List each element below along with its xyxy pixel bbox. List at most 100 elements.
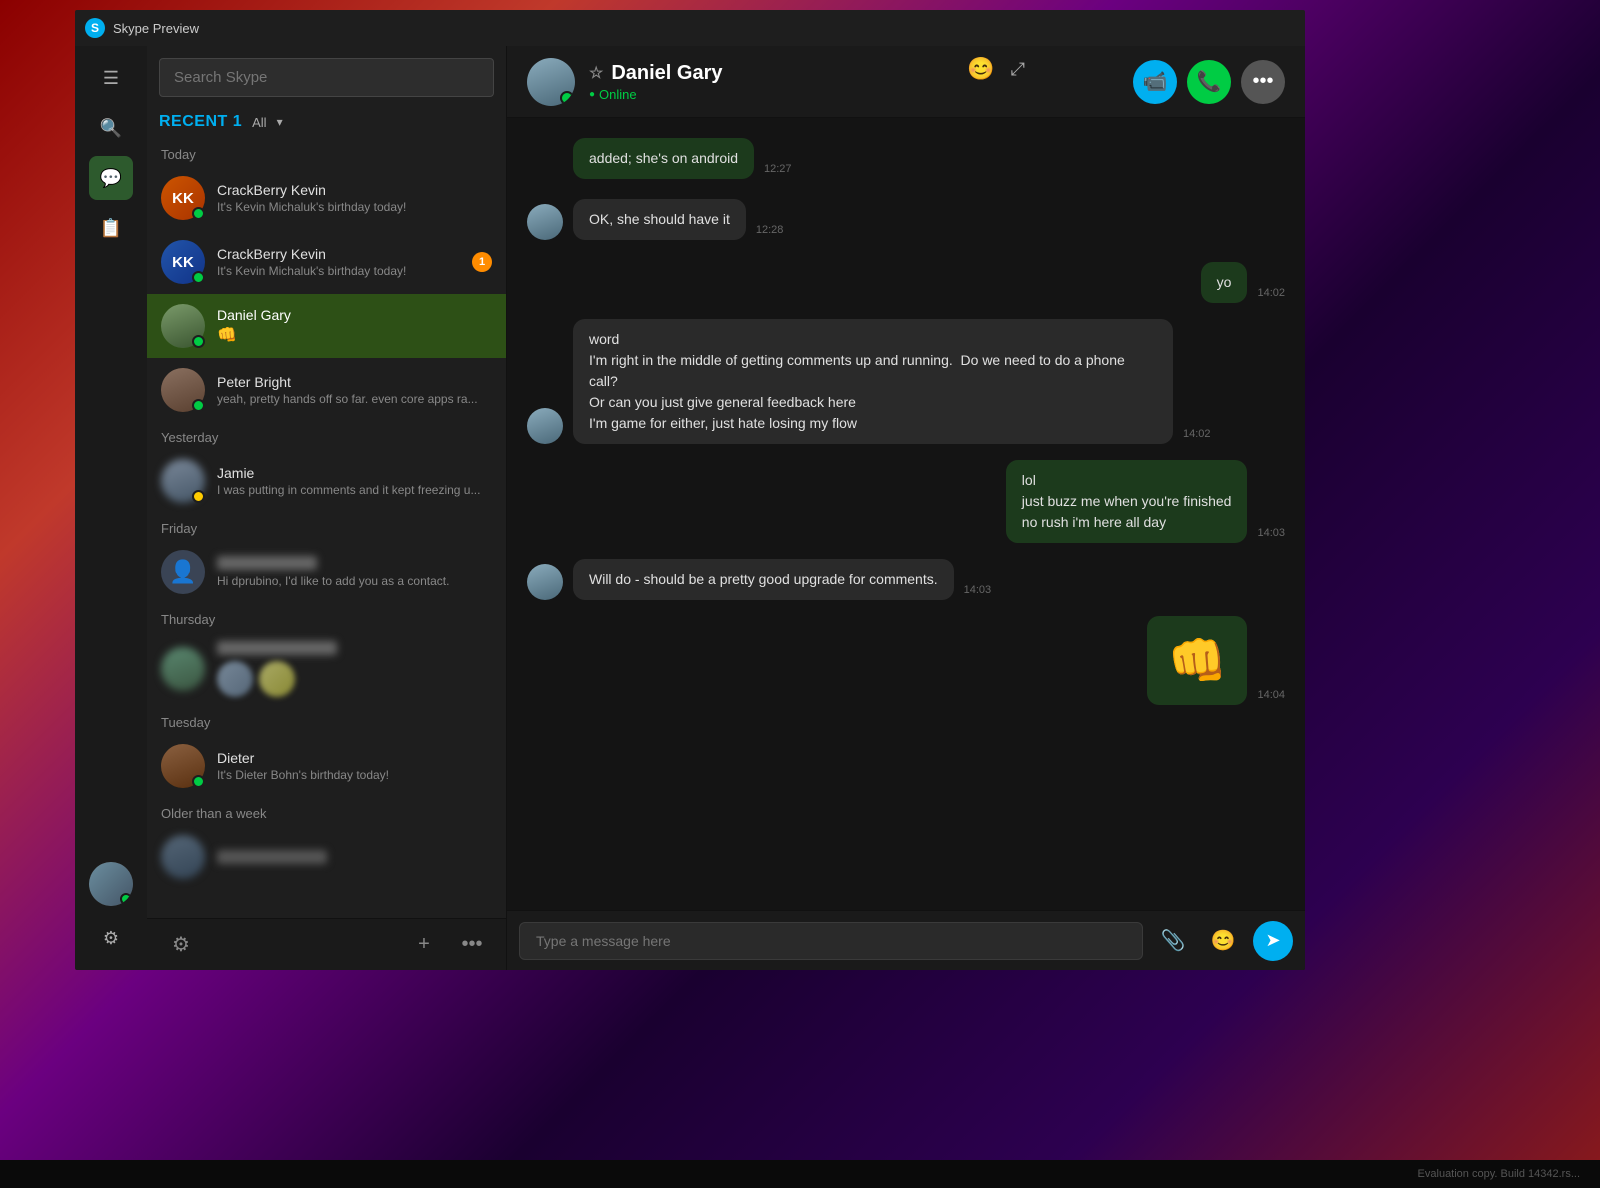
contact-name bbox=[217, 556, 317, 570]
contact-item[interactable] bbox=[147, 631, 506, 707]
contact-avatar: 👤 bbox=[161, 550, 205, 594]
avatar-status bbox=[192, 207, 205, 220]
contact-avatar: KK bbox=[161, 240, 205, 284]
search-area bbox=[147, 46, 506, 105]
message-bubble: yo bbox=[1201, 262, 1248, 303]
expand-button[interactable]: ⤢ bbox=[1011, 59, 1025, 80]
message-bubble: word I'm right in the middle of getting … bbox=[573, 319, 1173, 444]
contact-item[interactable]: 👤 Hi dprubino, I'd like to add you as a … bbox=[147, 540, 506, 604]
nav-search-button[interactable]: 🔍 bbox=[89, 106, 133, 150]
contact-preview: It's Kevin Michaluk's birthday today! bbox=[217, 264, 472, 278]
emoji-picker-button[interactable]: 😊 bbox=[1203, 921, 1243, 961]
avatar-status bbox=[192, 399, 205, 412]
contact-item[interactable]: KK CrackBerry Kevin It's Kevin Michaluk'… bbox=[147, 166, 506, 230]
contact-item-active[interactable]: Daniel Gary 👊 bbox=[147, 294, 506, 358]
chat-header-actions: 📹 📞 ••• bbox=[1133, 60, 1285, 104]
search-input[interactable] bbox=[159, 58, 494, 97]
avatar-image bbox=[161, 647, 205, 691]
contact-info: Hi dprubino, I'd like to add you as a co… bbox=[217, 556, 492, 588]
message-time: 14:02 bbox=[1183, 428, 1211, 440]
titlebar: S Skype Preview bbox=[75, 10, 1305, 46]
contact-preview: It's Kevin Michaluk's birthday today! bbox=[217, 200, 492, 214]
nav-rail: ☰ 🔍 💬 📋 ⚙ bbox=[75, 46, 147, 970]
sidebar-bottom: ⚙ + ••• bbox=[147, 918, 506, 970]
message-time: 14:03 bbox=[1257, 527, 1285, 539]
more-options-button[interactable]: ••• bbox=[1241, 60, 1285, 104]
add-icon: + bbox=[418, 933, 430, 956]
message-row: word I'm right in the middle of getting … bbox=[527, 319, 1285, 444]
menu-button[interactable]: ☰ bbox=[89, 56, 133, 100]
app-logo: S bbox=[85, 18, 105, 38]
more-icon: ••• bbox=[461, 933, 482, 956]
chat-contact-name: ☆ Daniel Gary bbox=[589, 62, 1133, 85]
recent-header: RECENT 1 All ▾ bbox=[147, 105, 506, 139]
more-icon: ••• bbox=[1252, 70, 1273, 93]
message-bubble: 👊 bbox=[1147, 616, 1247, 705]
contact-item[interactable]: KK CrackBerry Kevin It's Kevin Michaluk'… bbox=[147, 230, 506, 294]
contact-info: Peter Bright yeah, pretty hands off so f… bbox=[217, 374, 492, 406]
avatar-image: 👤 bbox=[161, 550, 205, 594]
message-time: 12:27 bbox=[764, 163, 792, 175]
contact-item[interactable] bbox=[147, 825, 506, 889]
nav-contacts-button[interactable]: 📋 bbox=[89, 206, 133, 250]
add-contact-button[interactable]: + bbox=[406, 927, 442, 963]
contact-preview: Hi dprubino, I'd like to add you as a co… bbox=[217, 574, 492, 588]
video-icon: 📹 bbox=[1143, 69, 1168, 94]
message-bubble: added; she's on android bbox=[573, 138, 754, 179]
contact-meta: 1 bbox=[472, 252, 492, 272]
send-button[interactable]: ➤ bbox=[1253, 921, 1293, 961]
message-time: 14:04 bbox=[1257, 689, 1285, 701]
nav-chat-button[interactable]: 💬 bbox=[89, 156, 133, 200]
sender-avatar bbox=[527, 564, 563, 600]
message-row: added; she's on android 12:27 bbox=[527, 138, 1285, 179]
chat-header: ☆ Daniel Gary ● Online 😊 ⤢ 📹 bbox=[507, 46, 1305, 118]
chat-contact-status: ● Online bbox=[589, 87, 1133, 102]
emoji-button[interactable]: 😊 bbox=[967, 56, 994, 82]
contact-preview: It's Dieter Bohn's birthday today! bbox=[217, 768, 492, 782]
attachment-icon: 📎 bbox=[1161, 928, 1186, 953]
sender-avatar bbox=[527, 408, 563, 444]
more-button[interactable]: ••• bbox=[454, 927, 490, 963]
contact-item[interactable]: Jamie I was putting in comments and it k… bbox=[147, 449, 506, 513]
avatar-image bbox=[527, 204, 563, 240]
contact-info: Dieter It's Dieter Bohn's birthday today… bbox=[217, 750, 492, 782]
section-tuesday: Tuesday bbox=[147, 707, 506, 734]
filter-label[interactable]: All bbox=[252, 115, 266, 130]
settings-button[interactable]: ⚙ bbox=[163, 927, 199, 963]
contact-avatar: KK bbox=[161, 176, 205, 220]
chat-area: ☆ Daniel Gary ● Online 😊 ⤢ 📹 bbox=[507, 46, 1305, 970]
contact-list: Today KK CrackBerry Kevin It's Kevin Mic… bbox=[147, 139, 506, 918]
settings-button[interactable]: ⚙ bbox=[89, 916, 133, 960]
user-avatar[interactable] bbox=[89, 862, 133, 906]
message-row: 👊 14:04 bbox=[527, 616, 1285, 705]
section-friday: Friday bbox=[147, 513, 506, 540]
chat-icon: 💬 bbox=[100, 168, 122, 189]
app-window: S Skype Preview ☰ 🔍 💬 📋 ⚙ bbox=[75, 10, 1305, 970]
contacts-icon: 📋 bbox=[100, 218, 122, 239]
video-call-button[interactable]: 📹 bbox=[1133, 60, 1177, 104]
settings-icon: ⚙ bbox=[103, 928, 119, 949]
contact-name: CrackBerry Kevin bbox=[217, 182, 492, 198]
spacer bbox=[527, 309, 1285, 313]
message-input[interactable] bbox=[519, 922, 1143, 960]
filter-dropdown-icon[interactable]: ▾ bbox=[277, 115, 283, 129]
sender-avatar bbox=[527, 204, 563, 240]
contact-avatar bbox=[161, 304, 205, 348]
voice-call-button[interactable]: 📞 bbox=[1187, 60, 1231, 104]
contact-info: CrackBerry Kevin It's Kevin Michaluk's b… bbox=[217, 182, 492, 214]
spacer bbox=[527, 185, 1285, 193]
message-row: Will do - should be a pretty good upgrad… bbox=[527, 559, 1285, 600]
contact-preview: yeah, pretty hands off so far. even core… bbox=[217, 392, 492, 406]
contact-info bbox=[217, 850, 492, 864]
attachment-button[interactable]: 📎 bbox=[1153, 921, 1193, 961]
contact-item[interactable]: Peter Bright yeah, pretty hands off so f… bbox=[147, 358, 506, 422]
section-today: Today bbox=[147, 139, 506, 166]
star-icon[interactable]: ☆ bbox=[589, 63, 603, 83]
message-time: 14:02 bbox=[1257, 287, 1285, 299]
avatar-status bbox=[192, 271, 205, 284]
contact-item[interactable]: Dieter It's Dieter Bohn's birthday today… bbox=[147, 734, 506, 798]
section-older: Older than a week bbox=[147, 798, 506, 825]
section-yesterday: Yesterday bbox=[147, 422, 506, 449]
message-time: 12:28 bbox=[756, 224, 784, 236]
spacer bbox=[527, 450, 1285, 454]
